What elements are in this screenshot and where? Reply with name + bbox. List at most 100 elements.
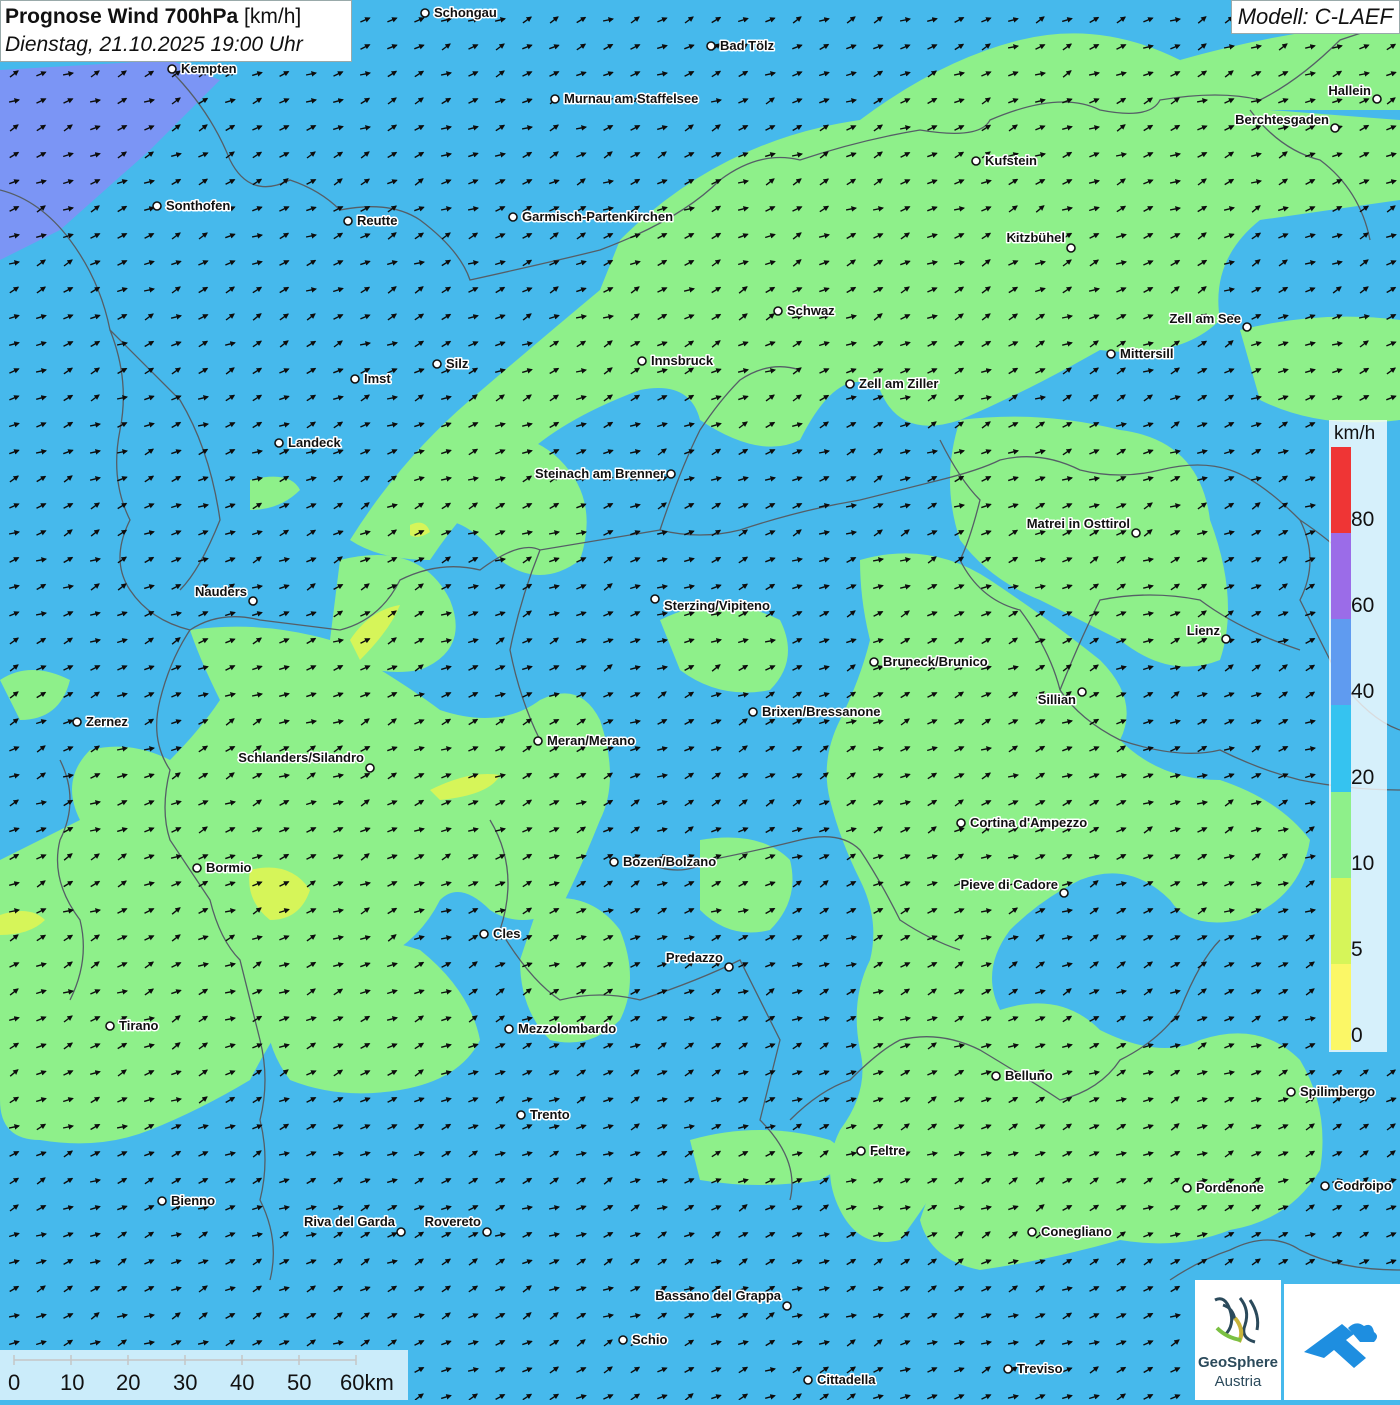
city-label: Meran/Merano — [547, 733, 635, 748]
city-dot — [1131, 528, 1141, 538]
scale-label: 30 — [173, 1370, 198, 1395]
city-label: Zell am See — [1169, 311, 1241, 326]
city-dot — [724, 962, 734, 972]
city-dot — [748, 707, 758, 717]
city-dot — [618, 1335, 628, 1345]
city-label: Cortina d'Ampezzo — [970, 815, 1087, 830]
city-label: Schwaz — [787, 303, 835, 318]
city-dot — [274, 438, 284, 448]
city-marker: Sterzing/Vipiteno — [650, 594, 771, 615]
city-label: Bienno — [171, 1193, 215, 1208]
city-label: Predazzo — [666, 950, 723, 965]
legend-label: 20 — [1351, 766, 1375, 789]
city-dot — [516, 1110, 526, 1120]
legend-unit: km/h — [1334, 423, 1376, 444]
city-label: Riva del Garda — [304, 1214, 396, 1229]
city-dot — [991, 1071, 1001, 1081]
city-dot — [1027, 1227, 1037, 1237]
city-dot — [482, 1227, 492, 1237]
city-dot — [845, 379, 855, 389]
city-dot — [504, 1024, 514, 1034]
city-label: Cittadella — [817, 1372, 876, 1387]
model-label: Modell: C-LAEF — [1230, 0, 1400, 34]
city-label: Lienz — [1187, 623, 1221, 638]
city-dot — [105, 1021, 115, 1031]
city-dot — [432, 359, 442, 369]
city-label: Treviso — [1017, 1361, 1063, 1376]
city-label: Matrei in Osttirol — [1027, 516, 1130, 531]
city-dot — [343, 216, 353, 226]
city-marker: Brixen/Bressanone — [748, 703, 882, 721]
city-dot — [856, 1146, 866, 1156]
city-dot — [803, 1375, 813, 1385]
legend-label: 40 — [1351, 680, 1375, 703]
city-label: Bruneck/Brunico — [883, 654, 988, 669]
city-dot — [152, 201, 162, 211]
city-marker: Murnau am Staffelsee — [550, 90, 700, 108]
legend-segment — [1331, 877, 1351, 964]
city-dot — [650, 594, 660, 604]
scale-label: 20 — [116, 1370, 141, 1395]
city-label: Zell am Ziller — [859, 376, 938, 391]
city-label: Kempten — [181, 61, 237, 76]
city-dot — [350, 374, 360, 384]
city-label: Kufstein — [985, 153, 1037, 168]
city-dot — [971, 156, 981, 166]
city-label: Brixen/Bressanone — [762, 704, 881, 719]
city-label: Murnau am Staffelsee — [564, 91, 698, 106]
city-label: Schlanders/Silandro — [238, 750, 364, 765]
city-label: Sonthofen — [166, 198, 230, 213]
city-label: Feltre — [870, 1143, 905, 1158]
city-marker: Pordenone — [1182, 1179, 1265, 1197]
legend-color-bar — [1331, 447, 1351, 1050]
city-dot — [396, 1227, 406, 1237]
city-dot — [782, 1301, 792, 1311]
org-name: GeoSphere — [1197, 1354, 1279, 1371]
city-dot — [157, 1196, 167, 1206]
city-dot — [1066, 243, 1076, 253]
city-label: Zernez — [86, 714, 128, 729]
city-dot — [869, 657, 879, 667]
weather-arrow-icon — [1304, 1323, 1377, 1368]
city-label: Trento — [530, 1107, 570, 1122]
geosphere-icon — [1214, 1297, 1260, 1344]
city-dot — [956, 818, 966, 828]
city-label: Bozen/Bolzano — [623, 854, 716, 869]
partner-logo[interactable] — [1284, 1284, 1400, 1400]
city-dot — [1182, 1183, 1192, 1193]
city-label: Mittersill — [1120, 346, 1173, 361]
city-marker: Meran/Merano — [533, 732, 637, 750]
city-label: Codroipo — [1334, 1178, 1392, 1193]
city-dot — [666, 469, 676, 479]
city-label: Nauders — [195, 584, 247, 599]
city-dot — [773, 306, 783, 316]
city-label: Hallein — [1328, 83, 1371, 98]
city-marker: Conegliano — [1027, 1223, 1113, 1241]
city-label: Bormio — [206, 860, 252, 875]
forecast-datetime: Dienstag, 21.10.2025 19:00 Uhr — [5, 33, 303, 56]
city-label: Rovereto — [425, 1214, 481, 1229]
legend-label: 0 — [1351, 1024, 1363, 1047]
city-label: Silz — [446, 356, 469, 371]
city-label: Schongau — [434, 5, 497, 20]
legend-label: 5 — [1351, 938, 1363, 961]
city-dot — [637, 356, 647, 366]
legend-segment — [1331, 619, 1351, 706]
city-label: Cles — [493, 926, 520, 941]
city-dot — [1330, 123, 1340, 133]
city-dot — [706, 41, 716, 51]
city-dot — [365, 763, 375, 773]
city-dot — [192, 863, 202, 873]
city-marker: Cortina d'Ampezzo — [956, 814, 1089, 832]
legend-segment — [1331, 963, 1351, 1050]
city-marker: Garmisch-Partenkirchen — [508, 208, 675, 226]
city-label: Belluno — [1005, 1068, 1053, 1083]
city-dot — [1003, 1364, 1013, 1374]
city-dot — [508, 212, 518, 222]
city-label: Bad Tölz — [720, 38, 775, 53]
city-label: Kitzbühel — [1007, 230, 1066, 245]
wind-map: Schongau Bad Tölz Kempten Murnau am Staffel… — [0, 0, 1400, 1400]
city-dot — [479, 929, 489, 939]
city-label: Steinach am Brenner — [535, 466, 665, 481]
city-label: Sillian — [1038, 692, 1076, 707]
